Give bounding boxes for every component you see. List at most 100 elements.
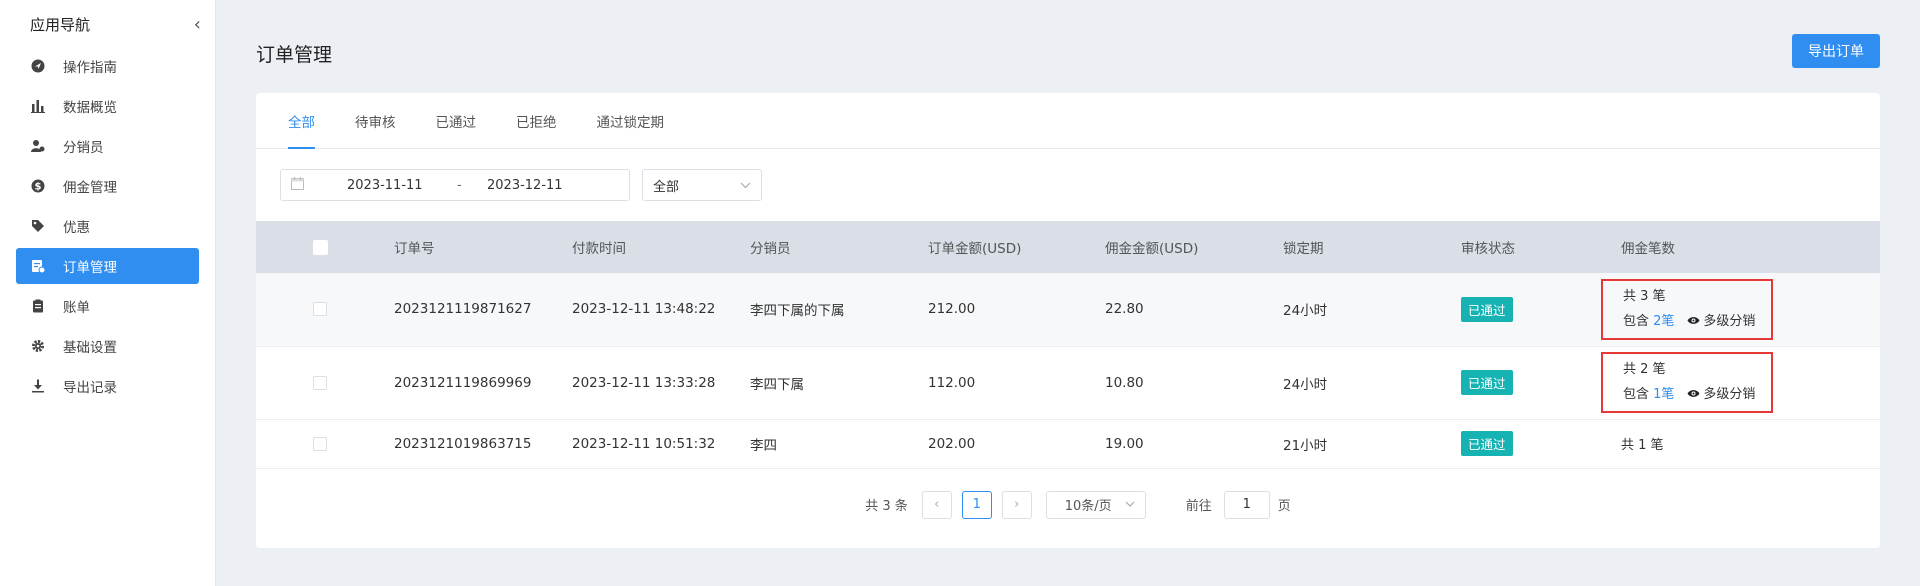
sidebar-item-label: 操作指南: [63, 60, 117, 76]
status-badge: 已通过: [1461, 370, 1513, 395]
status-cell: 已通过: [1461, 346, 1621, 419]
order-amount: 112.00: [928, 374, 976, 391]
commission-contains: 包含 2笔 多级分销: [1623, 309, 1755, 334]
prev-page-button[interactable]: ‹: [921, 490, 952, 519]
status-select-value: 全部: [653, 179, 680, 195]
date-start[interactable]: 2023-11-11: [347, 178, 457, 193]
commission-contains: 包含 1笔 多级分销: [1623, 382, 1755, 407]
commission-amount: 22.80: [1105, 301, 1144, 318]
tab-all[interactable]: 全部: [288, 93, 315, 149]
sidebar-item-distributors[interactable]: 分销员: [16, 128, 199, 164]
contains-prefix: 包含: [1623, 313, 1650, 329]
col-order-amount: 订单金额(USD): [928, 241, 1022, 257]
date-separator: -: [457, 177, 462, 193]
order-no: 2023121119871627: [394, 301, 532, 318]
commission-count-total: 共 1 笔: [1621, 438, 1664, 453]
col-distributor: 分销员: [750, 241, 791, 257]
dollar-icon: $: [30, 178, 46, 194]
sidebar-item-settings[interactable]: 基础设置: [16, 328, 199, 364]
sidebar-header: 应用导航 ‹: [0, 0, 215, 48]
tab-lock-passed[interactable]: 通过锁定期: [597, 93, 665, 148]
sidebar-item-commission[interactable]: $ 佣金管理: [16, 168, 199, 204]
date-range-picker[interactable]: 2023-11-11 - 2023-12-11: [280, 169, 630, 201]
bar-chart-icon: [30, 98, 46, 114]
gear-icon: [30, 338, 46, 354]
order-no: 2023121019863715: [394, 435, 532, 452]
paid-at: 2023-12-11 10:51:32: [572, 435, 716, 452]
sidebar-item-guide[interactable]: 操作指南: [16, 48, 199, 84]
table-row[interactable]: 2023121119871627 2023-12-11 13:48:22 李四下…: [256, 273, 1880, 346]
distributor: 李四: [750, 437, 777, 454]
sidebar-item-bills[interactable]: 账单: [16, 288, 199, 324]
multi-level-link[interactable]: 多级分销: [1703, 387, 1755, 402]
sidebar-item-export-records[interactable]: 导出记录: [16, 368, 199, 404]
pagination: 共 3 条 ‹ 1 › 10条/页 前往 页: [256, 469, 1880, 541]
tab-pending[interactable]: 待审核: [355, 93, 396, 148]
distributor: 李四下属的下属: [750, 303, 845, 320]
next-page-button[interactable]: ›: [1001, 490, 1032, 519]
col-paid-at: 付款时间: [572, 241, 626, 257]
row-checkbox[interactable]: [313, 302, 327, 317]
order-icon: [30, 258, 46, 274]
commission-amount: 19.00: [1105, 435, 1144, 452]
row-checkbox[interactable]: [313, 375, 327, 390]
lock-period: 24小时: [1283, 303, 1328, 320]
download-icon: [30, 378, 46, 394]
sidebar-item-label: 订单管理: [63, 260, 117, 276]
commission-count-cell: 共 1 笔: [1621, 419, 1880, 468]
eye-icon: [1687, 387, 1704, 401]
sidebar-item-label: 优惠: [63, 220, 90, 236]
highlight-box: 共 3 笔 包含 2笔 多级分销: [1601, 278, 1774, 340]
chevron-down-icon: [1125, 499, 1135, 510]
sidebar-item-orders[interactable]: 订单管理: [16, 248, 199, 284]
col-lock-period: 锁定期: [1283, 241, 1324, 257]
sidebar-item-label: 数据概览: [63, 100, 117, 116]
commission-count-total: 共 3 笔: [1623, 288, 1666, 304]
col-order-no: 订单号: [394, 241, 435, 257]
sidebar-item-discount[interactable]: 优惠: [16, 208, 199, 244]
select-all-cell: [256, 221, 394, 273]
select-all-checkbox[interactable]: [313, 239, 328, 255]
contains-count-link[interactable]: 1笔: [1653, 387, 1674, 402]
order-no: 2023121119869969: [394, 374, 532, 391]
sidebar-item-label: 基础设置: [63, 340, 117, 356]
status-badge: 已通过: [1461, 296, 1513, 322]
page-size-select[interactable]: 10条/页: [1045, 490, 1146, 519]
paid-at: 2023-12-11 13:48:22: [572, 301, 716, 318]
orders-card: 全部 待审核 已通过 已拒绝 通过锁定期 2023-11-11 - 2023-1…: [256, 93, 1880, 548]
distributor: 李四下属: [750, 376, 804, 393]
sidebar-item-label: 导出记录: [63, 380, 117, 396]
col-commission: 佣金金额(USD): [1105, 241, 1199, 257]
sidebar-item-label: 佣金管理: [63, 180, 117, 196]
page-unit-label: 页: [1277, 499, 1291, 514]
status-select[interactable]: 全部: [642, 169, 762, 201]
contains-prefix: 包含: [1623, 387, 1650, 402]
chevron-down-icon: [740, 179, 751, 192]
sidebar-menu: 操作指南 数据概览 分销员 $ 佣金管理 优惠 订单管理 账单 基础设置 导出记…: [0, 48, 215, 404]
page-size-value: 10条/页: [1064, 499, 1112, 514]
table-row[interactable]: 2023121119869969 2023-12-11 13:33:28 李四下…: [256, 346, 1880, 419]
row-select-cell: [256, 273, 394, 346]
sidebar-item-label: 账单: [63, 300, 90, 316]
filter-bar: 2023-11-11 - 2023-12-11 全部: [256, 149, 1880, 221]
multi-level-link[interactable]: 多级分销: [1703, 314, 1755, 329]
goto-page-input[interactable]: [1223, 490, 1270, 519]
sidebar-title: 应用导航: [30, 15, 91, 34]
collapse-icon[interactable]: ‹: [194, 14, 201, 35]
commission-count-cell: 共 3 笔 包含 2笔 多级分销: [1601, 273, 1880, 346]
tab-approved[interactable]: 已通过: [436, 93, 477, 148]
tab-rejected[interactable]: 已拒绝: [516, 93, 557, 148]
contains-count-link[interactable]: 2笔: [1653, 314, 1674, 329]
export-orders-button[interactable]: 导出订单: [1792, 34, 1880, 68]
calendar-icon: [291, 177, 307, 193]
sidebar-item-overview[interactable]: 数据概览: [16, 88, 199, 124]
table-row[interactable]: 2023121019863715 2023-12-11 10:51:32 李四 …: [256, 419, 1880, 468]
commission-amount: 10.80: [1105, 374, 1144, 391]
page-number-button[interactable]: 1: [961, 490, 992, 519]
date-end[interactable]: 2023-12-11: [487, 178, 597, 193]
orders-table: 订单号 付款时间 分销员 订单金额(USD) 佣金金额(USD) 锁定期 审核状…: [256, 221, 1880, 469]
row-checkbox[interactable]: [313, 436, 327, 451]
tag-icon: [30, 218, 46, 234]
row-select-cell: [256, 419, 394, 468]
lock-period: 21小时: [1283, 437, 1328, 454]
